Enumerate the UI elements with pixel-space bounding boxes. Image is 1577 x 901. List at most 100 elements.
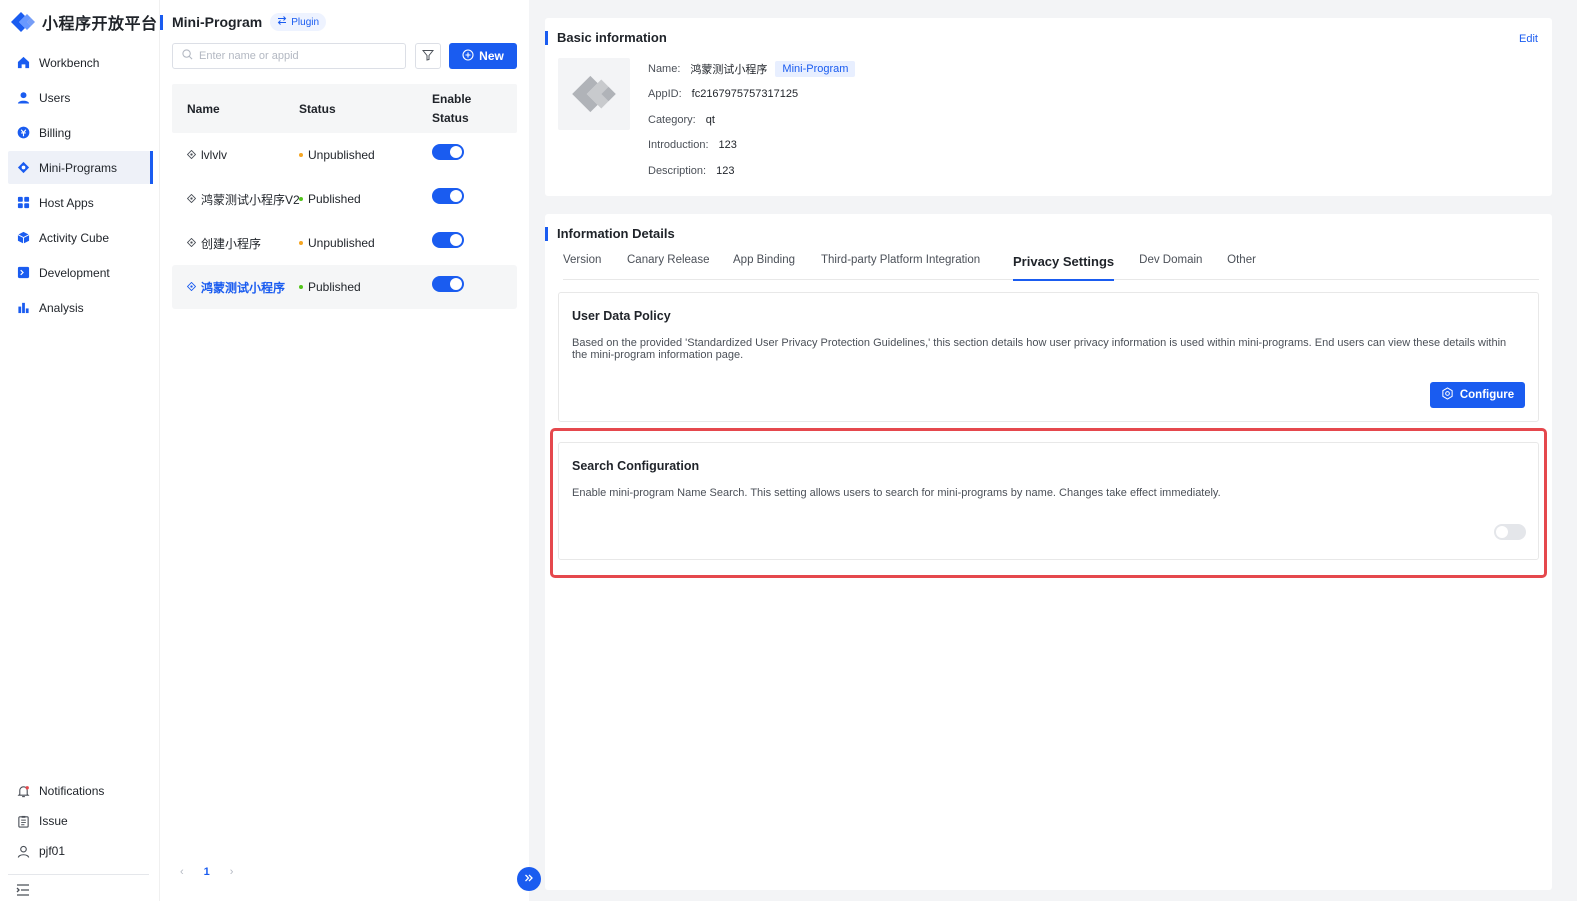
details-tabs: Version Canary Release App Binding Third… <box>563 254 1539 281</box>
filter-button[interactable] <box>415 43 441 69</box>
tab-canary-release[interactable]: Canary Release <box>627 254 733 280</box>
column-header-enable-line2: Status <box>432 110 469 125</box>
new-button[interactable]: New <box>449 43 517 69</box>
sidebar-item-label: Activity Cube <box>39 230 110 245</box>
description-label: Description: <box>648 164 707 177</box>
sidebar-item-host-apps[interactable]: Host Apps <box>8 186 151 219</box>
title-accent-bar <box>545 226 548 241</box>
search-configuration-title: Search Configuration <box>572 459 700 473</box>
column-header-status: Status <box>299 101 336 116</box>
table-row[interactable]: 鸿蒙测试小程序V2 Published <box>172 177 517 221</box>
sidebar-nav: Workbench Users Billing Mini-Programs Ho… <box>8 46 153 326</box>
billing-icon <box>16 126 30 140</box>
search-configuration-description: Enable mini-program Name Search. This se… <box>572 487 1221 499</box>
user-data-policy-card: User Data Policy Based on the provided '… <box>558 292 1539 422</box>
enable-toggle[interactable] <box>432 232 464 248</box>
row-status: Published <box>308 280 361 294</box>
list-panel-title: Mini-Program <box>172 14 263 30</box>
search-box <box>172 43 406 69</box>
sidebar-item-workbench[interactable]: Workbench <box>8 46 151 79</box>
brand-logo[interactable]: 小程序开放平台 <box>10 10 158 34</box>
name-label: Name: <box>648 62 681 75</box>
search-input[interactable] <box>199 50 389 62</box>
collapse-menu-icon[interactable] <box>16 884 30 896</box>
app-logo <box>558 58 630 130</box>
row-name: 鸿蒙测试小程序V2 <box>201 192 300 207</box>
sidebar-item-account[interactable]: pjf01 <box>8 836 151 866</box>
appid-value: fc2167975757317125 <box>691 88 799 101</box>
sidebar-item-issue[interactable]: Issue <box>8 806 151 836</box>
sidebar-item-development[interactable]: Development <box>8 256 151 289</box>
swap-icon <box>277 16 287 28</box>
name-search-toggle[interactable] <box>1494 524 1526 540</box>
sidebar-item-analysis[interactable]: Analysis <box>8 291 151 324</box>
mini-program-icon <box>186 280 197 294</box>
tab-third-party-integration[interactable]: Third-party Platform Integration <box>821 254 1013 280</box>
mini-program-list-panel: Mini-Program Plugin New Name Status Enab… <box>159 0 529 901</box>
mini-program-icon <box>186 236 197 250</box>
title-accent-bar <box>545 30 548 45</box>
status-dot <box>299 285 303 289</box>
configure-button[interactable]: Configure <box>1430 382 1525 408</box>
sidebar-item-label: Billing <box>39 125 72 140</box>
category-label: Category: <box>648 113 696 126</box>
sidebar-item-label: Workbench <box>39 55 100 70</box>
mini-program-icon <box>186 148 197 162</box>
tab-other[interactable]: Other <box>1227 254 1287 280</box>
sidebar-item-label: Notifications <box>39 784 105 798</box>
tab-version[interactable]: Version <box>563 254 627 280</box>
column-header-name: Name <box>187 101 220 116</box>
tab-dev-domain[interactable]: Dev Domain <box>1139 254 1227 280</box>
sidebar-item-billing[interactable]: Billing <box>8 116 151 149</box>
pagination: ‹ 1 › <box>180 866 233 878</box>
sidebar-item-mini-programs[interactable]: Mini-Programs <box>8 151 153 184</box>
sidebar-divider <box>8 874 149 875</box>
tab-app-binding[interactable]: App Binding <box>733 254 821 280</box>
table-row[interactable]: 创建小程序 Unpublished <box>172 221 517 265</box>
edit-link[interactable]: Edit <box>1519 33 1538 45</box>
name-value: 鸿蒙测试小程序 <box>690 63 768 76</box>
row-status: Unpublished <box>308 236 375 250</box>
table-header: Name Status Enable Status <box>172 84 517 133</box>
next-page-icon[interactable]: › <box>230 866 234 878</box>
enable-toggle[interactable] <box>432 188 464 204</box>
sidebar-item-users[interactable]: Users <box>8 81 151 114</box>
info-row-category: Category: qt <box>648 107 855 133</box>
current-page[interactable]: 1 <box>204 866 210 878</box>
table-row[interactable]: lvlvlv Unpublished <box>172 133 517 177</box>
search-configuration-card: Search Configuration Enable mini-program… <box>558 442 1539 560</box>
plugin-switch-tag[interactable]: Plugin <box>270 13 327 31</box>
row-status: Published <box>308 192 361 206</box>
app-logo-icon <box>572 75 616 113</box>
info-row-description: Description: 123 <box>648 158 855 184</box>
sidebar-item-activity-cube[interactable]: Activity Cube <box>8 221 151 254</box>
expand-panel-button[interactable] <box>517 867 541 891</box>
user-data-policy-title: User Data Policy <box>572 309 671 323</box>
terminal-icon <box>16 266 30 280</box>
tab-privacy-settings[interactable]: Privacy Settings <box>1013 254 1115 281</box>
row-name: 创建小程序 <box>201 236 262 251</box>
column-header-enable-line1: Enable <box>432 91 472 106</box>
details-title: Information Details <box>557 226 675 241</box>
sidebar-item-notifications[interactable]: Notifications <box>8 776 151 806</box>
sidebar-item-label: Development <box>39 265 110 280</box>
prev-page-icon[interactable]: ‹ <box>180 866 184 878</box>
sidebar-item-label: Mini-Programs <box>39 160 118 175</box>
info-row-introduction: Introduction: 123 <box>648 133 855 159</box>
grid-icon <box>16 196 30 210</box>
introduction-label: Introduction: <box>648 139 709 152</box>
status-dot <box>299 153 303 157</box>
table-row-selected[interactable]: 鸿蒙测试小程序 Published <box>172 265 517 309</box>
enable-toggle[interactable] <box>432 276 464 292</box>
type-tag: Mini-Program <box>775 60 856 77</box>
mini-program-icon <box>16 161 30 175</box>
gear-icon <box>1441 387 1454 403</box>
sidebar-item-label: Users <box>39 90 71 105</box>
row-name: lvlvlv <box>201 148 227 162</box>
user-data-policy-description: Based on the provided 'Standardized User… <box>572 337 1507 361</box>
enable-toggle[interactable] <box>432 144 464 160</box>
plus-circle-icon <box>462 48 474 64</box>
sidebar: 小程序开放平台 Workbench Users Billing Mini-Pro… <box>0 0 159 901</box>
details-heading: Information Details <box>545 226 675 241</box>
cube-icon <box>16 231 30 245</box>
